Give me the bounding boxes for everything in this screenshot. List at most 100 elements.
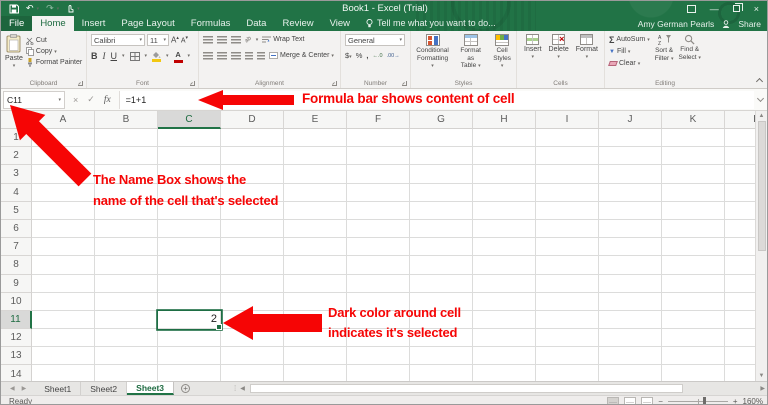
cell-I4[interactable] <box>536 184 599 202</box>
cell-I7[interactable] <box>536 238 599 256</box>
font-family-select[interactable]: Calibri▾ <box>91 34 145 46</box>
decrease-decimal-button[interactable]: .00→ <box>387 53 400 59</box>
tab-page-layout[interactable]: Page Layout <box>113 16 182 31</box>
cell-L9[interactable] <box>725 275 757 293</box>
fill-color-dropdown-icon[interactable]: ▾ <box>166 53 169 59</box>
cell-F12[interactable] <box>347 329 410 347</box>
cell-L14[interactable] <box>725 365 757 381</box>
cell-L7[interactable] <box>725 238 757 256</box>
cell-A8[interactable] <box>32 256 95 274</box>
column-header-L[interactable]: L <box>725 111 757 129</box>
cell-I1[interactable] <box>536 129 599 147</box>
cell-C1[interactable] <box>158 129 221 147</box>
cell-I12[interactable] <box>536 329 599 347</box>
cell-A1[interactable] <box>32 129 95 147</box>
cell-L1[interactable] <box>725 129 757 147</box>
cell-J9[interactable] <box>599 275 662 293</box>
cell-G9[interactable] <box>410 275 473 293</box>
cell-G3[interactable] <box>410 165 473 183</box>
column-header-F[interactable]: F <box>347 111 410 129</box>
format-as-table-button[interactable]: Format asTable ▾ <box>456 34 485 71</box>
copy-button[interactable]: Copy ▾ <box>26 46 82 57</box>
cell-L8[interactable] <box>725 256 757 274</box>
cell-F8[interactable] <box>347 256 410 274</box>
cell-K5[interactable] <box>662 202 725 220</box>
select-all-corner[interactable] <box>1 111 32 129</box>
tab-home[interactable]: Home <box>32 16 73 31</box>
cell-H2[interactable] <box>473 147 536 165</box>
clipboard-dialog-launcher-icon[interactable] <box>78 81 83 86</box>
cell-A2[interactable] <box>32 147 95 165</box>
zoom-slider[interactable] <box>668 401 728 402</box>
insert-cells-button[interactable]: Insert ▾ <box>524 34 542 60</box>
scroll-right-icon[interactable]: ▶ <box>760 385 765 392</box>
row-header-6[interactable]: 6 <box>1 220 32 238</box>
merge-dropdown-icon[interactable]: ▾ <box>331 53 334 59</box>
enter-icon[interactable]: ✓ <box>87 94 95 105</box>
cell-D1[interactable] <box>221 129 284 147</box>
cell-B10[interactable] <box>95 293 158 311</box>
percent-style-button[interactable]: % <box>356 51 363 60</box>
cell-B9[interactable] <box>95 275 158 293</box>
collapse-ribbon-icon[interactable] <box>756 78 763 85</box>
cell-G13[interactable] <box>410 347 473 365</box>
cell-E6[interactable] <box>284 220 347 238</box>
cell-K10[interactable] <box>662 293 725 311</box>
cell-B2[interactable] <box>95 147 158 165</box>
zoom-out-button[interactable]: − <box>658 397 663 405</box>
cell-K7[interactable] <box>662 238 725 256</box>
cell-E14[interactable] <box>284 365 347 381</box>
bold-button[interactable]: B <box>91 51 98 61</box>
cell-A4[interactable] <box>32 184 95 202</box>
cell-C7[interactable] <box>158 238 221 256</box>
cell-C12[interactable] <box>158 329 221 347</box>
cell-K12[interactable] <box>662 329 725 347</box>
cell-J13[interactable] <box>599 347 662 365</box>
cell-E12[interactable] <box>284 329 347 347</box>
alignment-dialog-launcher-icon[interactable] <box>332 81 337 86</box>
tab-formulas[interactable]: Formulas <box>183 16 239 31</box>
row-header-8[interactable]: 8 <box>1 256 32 274</box>
grow-font-button[interactable]: A▴ <box>171 35 179 45</box>
cell-A14[interactable] <box>32 365 95 381</box>
cell-G5[interactable] <box>410 202 473 220</box>
cell-D5[interactable] <box>221 202 284 220</box>
cell-E13[interactable] <box>284 347 347 365</box>
scroll-up-icon[interactable]: ▲ <box>759 113 765 119</box>
increase-indent-icon[interactable] <box>257 52 265 60</box>
sheet-tab-sheet3[interactable]: Sheet3 <box>127 382 174 395</box>
cell-I9[interactable] <box>536 275 599 293</box>
column-header-H[interactable]: H <box>473 111 536 129</box>
cell-E10[interactable] <box>284 293 347 311</box>
row-header-12[interactable]: 12 <box>1 329 32 347</box>
share-button[interactable]: Share <box>738 19 761 29</box>
row-header-14[interactable]: 14 <box>1 365 32 381</box>
scroll-down-icon[interactable]: ▼ <box>759 373 765 379</box>
cell-K1[interactable] <box>662 129 725 147</box>
cell-A7[interactable] <box>32 238 95 256</box>
cell-D3[interactable] <box>221 165 284 183</box>
horizontal-scrollbar[interactable]: ◀ ▶ <box>236 382 768 395</box>
cell-F2[interactable] <box>347 147 410 165</box>
cell-L6[interactable] <box>725 220 757 238</box>
cell-J3[interactable] <box>599 165 662 183</box>
cell-L3[interactable] <box>725 165 757 183</box>
font-color-dropdown-icon[interactable]: ▾ <box>188 53 191 59</box>
cell-I8[interactable] <box>536 256 599 274</box>
cell-E5[interactable] <box>284 202 347 220</box>
cell-C3[interactable] <box>158 165 221 183</box>
cell-B8[interactable] <box>95 256 158 274</box>
cell-B11[interactable] <box>95 311 158 329</box>
zoom-in-button[interactable]: + <box>733 397 738 405</box>
cell-I11[interactable] <box>536 311 599 329</box>
cell-J8[interactable] <box>599 256 662 274</box>
align-middle-icon[interactable] <box>217 36 227 44</box>
cell-H4[interactable] <box>473 184 536 202</box>
align-center-icon[interactable] <box>217 52 227 60</box>
row-header-5[interactable]: 5 <box>1 202 32 220</box>
sheet-tab-sheet2[interactable]: Sheet2 <box>81 382 127 395</box>
cell-A6[interactable] <box>32 220 95 238</box>
cell-H9[interactable] <box>473 275 536 293</box>
cell-B13[interactable] <box>95 347 158 365</box>
decrease-indent-icon[interactable] <box>245 52 253 60</box>
